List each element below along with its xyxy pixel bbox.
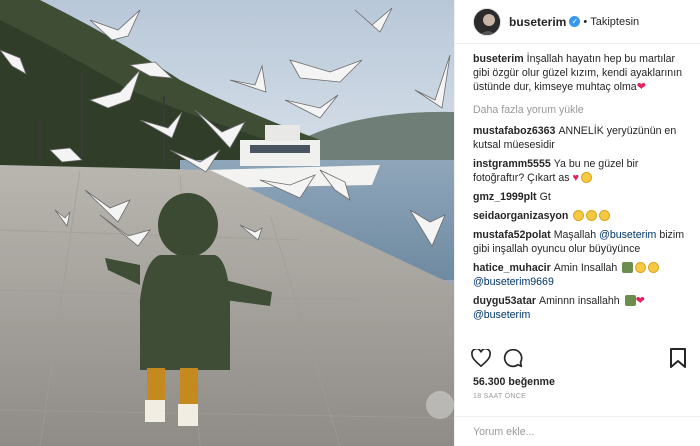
sunglasses-emoji-icon bbox=[586, 210, 598, 221]
post-header: buseterim ✓ • Takiptesin bbox=[455, 0, 700, 44]
verified-badge-icon: ✓ bbox=[569, 16, 581, 27]
post-photo[interactable] bbox=[0, 0, 454, 446]
comment-username[interactable]: mustafaboz6363 bbox=[473, 125, 555, 137]
comment-username[interactable]: duygu53atar bbox=[473, 295, 536, 307]
comment-text: Maşallah bbox=[553, 229, 597, 241]
comment-text: Gt bbox=[539, 191, 551, 203]
avatar-image bbox=[474, 8, 500, 35]
speech-bubble-icon[interactable] bbox=[501, 346, 525, 370]
post-side-panel: buseterim ✓ • Takiptesin buseterim İnşall… bbox=[454, 0, 700, 446]
heart-emoji-icon: ♥ bbox=[572, 172, 580, 184]
comment-username[interactable]: hatice_muhacir bbox=[473, 262, 551, 274]
heart-eyes-emoji-icon bbox=[581, 172, 593, 183]
load-more-comments-link[interactable]: Daha fazla yorum yükle bbox=[473, 103, 690, 117]
comments-list: buseterim İnşallah hayatın hep bu martıla… bbox=[473, 52, 690, 327]
heart-outline-icon[interactable] bbox=[469, 346, 493, 370]
follow-status-button[interactable]: Takiptesin bbox=[590, 16, 639, 28]
caption: buseterim İnşallah hayatın hep bu martıla… bbox=[473, 52, 690, 94]
add-comment-input[interactable] bbox=[473, 425, 682, 438]
heart-emoji-icon: ❤ bbox=[636, 81, 646, 93]
post-image bbox=[0, 0, 454, 446]
caption-username[interactable]: buseterim bbox=[473, 53, 524, 65]
comment-mention-link[interactable]: @buseterim bbox=[473, 309, 530, 321]
sunglasses-emoji-icon bbox=[599, 210, 611, 221]
praying-emoji-icon bbox=[624, 295, 636, 306]
comment-item: mustafa52polat Maşallah @buseterim bizim … bbox=[473, 228, 690, 256]
post-timestamp: 18 SAAT ÖNCE bbox=[473, 393, 527, 400]
comment-text: Amin Insallah bbox=[553, 262, 618, 274]
comment-username[interactable]: mustafa52polat bbox=[473, 229, 551, 241]
praying-emoji-icon bbox=[622, 262, 634, 273]
comment-item: hatice_muhacir Amin Insallah @buseterim96… bbox=[473, 261, 690, 289]
bookmark-icon[interactable] bbox=[666, 346, 690, 370]
comment-item: gmz_1999plt Gt bbox=[473, 190, 690, 204]
comment-item: seidaorganizasyon bbox=[473, 209, 690, 223]
comment-item: duygu53atar Aminnn insallahh ❤ @buseterim bbox=[473, 294, 690, 322]
comment-username[interactable]: seidaorganizasyon bbox=[473, 210, 568, 222]
comment-mention-link[interactable]: @buseterim bbox=[599, 229, 656, 241]
heart-eyes-emoji-icon bbox=[635, 262, 647, 273]
header-username[interactable]: buseterim bbox=[509, 15, 566, 29]
comment-mention-link[interactable]: @buseterim9669 bbox=[473, 276, 554, 288]
add-comment-bar bbox=[455, 416, 700, 446]
comment-username[interactable]: gmz_1999plt bbox=[473, 191, 537, 203]
comment-username[interactable]: instgramm5555 bbox=[473, 158, 551, 170]
post-actions bbox=[469, 343, 690, 373]
smile-emoji-icon bbox=[648, 262, 660, 273]
avatar[interactable] bbox=[473, 7, 501, 36]
likes-count[interactable]: 56.300 beğenme bbox=[473, 376, 555, 388]
header-separator: • bbox=[583, 15, 588, 28]
sunglasses-emoji-icon bbox=[573, 210, 585, 221]
comment-item: mustafaboz6363 ANNELİK yeryüzünün en kuts… bbox=[473, 124, 690, 152]
heart-emoji-icon: ❤ bbox=[635, 295, 645, 307]
comment-text: Aminnn insallahh bbox=[539, 295, 620, 307]
comment-item: instgramm5555 Ya bu ne güzel bir fotoğraf… bbox=[473, 157, 690, 185]
